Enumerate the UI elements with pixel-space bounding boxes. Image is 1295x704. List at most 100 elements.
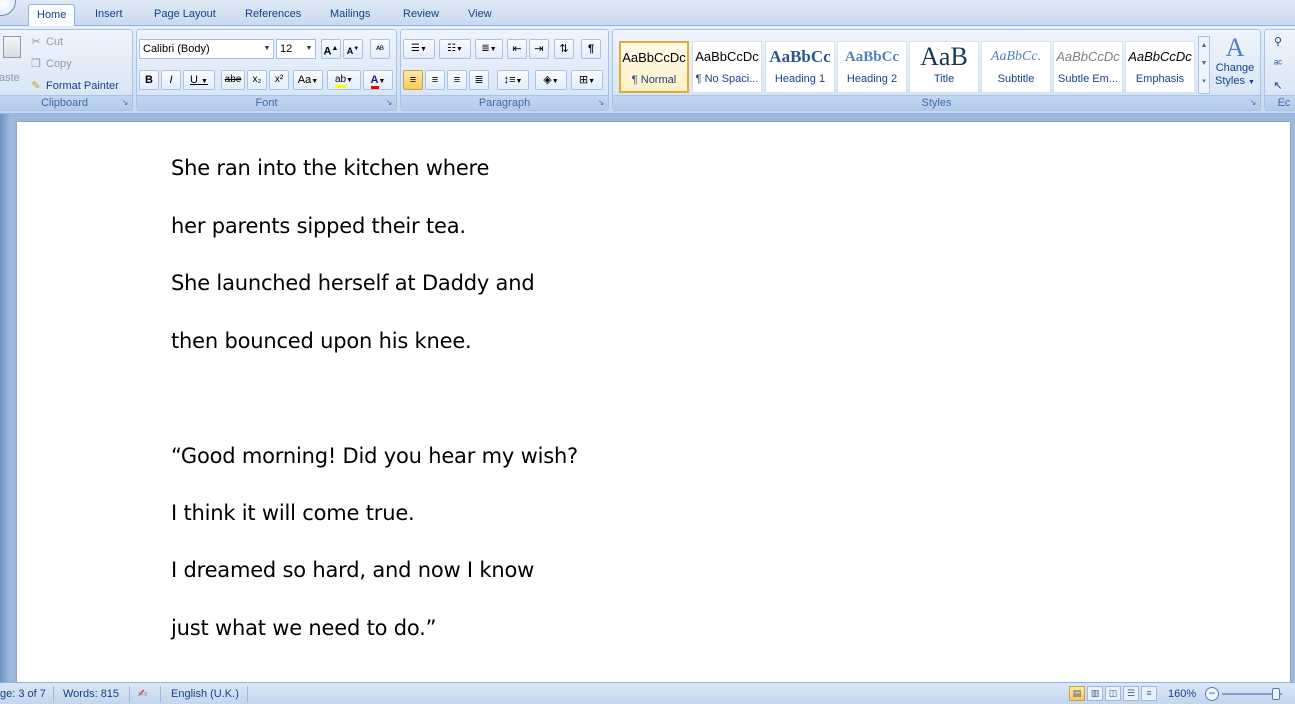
font-size-combo[interactable]: 12 ▼: [276, 39, 316, 59]
clipboard-group: aste ✂ Cut ❐ Copy ✎ Format Painter Clipboar…: [0, 29, 133, 111]
change-styles-button[interactable]: A Change Styles ▼: [1213, 34, 1257, 94]
word-count[interactable]: Words: 815: [63, 686, 119, 702]
bullets-button[interactable]: ☰▼: [403, 39, 435, 59]
zoom-level[interactable]: 160%: [1168, 686, 1196, 702]
paragraph-group: ☰▼ ☷▼ ≣▼ ⇤ ⇥ ⇅ ¶ ≡ ≡ ≡ ≣ ↕≡▼ ◈▼ ⊞▼ Parag…: [400, 29, 609, 111]
style-subtitle[interactable]: AaBbCc. Subtitle: [981, 41, 1051, 93]
font-color-icon: A: [370, 74, 379, 89]
page-count[interactable]: ge: 3 of 7: [0, 686, 46, 702]
status-bar: ge: 3 of 7 Words: 815 ✍ English (U.K.) ▤…: [0, 682, 1295, 704]
tab-home[interactable]: Home: [28, 4, 76, 27]
subscript-button[interactable]: x₂: [247, 70, 267, 90]
style-subtle-emphasis[interactable]: AaBbCcDc Subtle Em...: [1053, 41, 1123, 93]
tab-mailings[interactable]: Mailings: [322, 4, 378, 26]
print-layout-view-icon[interactable]: ▤: [1069, 686, 1085, 701]
paragraph-group-label: Paragraph: [401, 95, 608, 110]
tab-references[interactable]: References: [237, 4, 309, 26]
increase-indent-icon: ⇥: [534, 43, 544, 55]
style-heading-2[interactable]: AaBbCc Heading 2: [837, 41, 907, 93]
copy-button[interactable]: ❐ Copy: [29, 54, 72, 74]
document-line[interactable]: I think it will come true.: [171, 501, 415, 525]
style-title[interactable]: AaB Title: [909, 41, 979, 93]
font-group: Calibri (Body) ▼ 12 ▼ A▲ A▼ ᴬᴮ B I U ▼ a…: [136, 29, 397, 111]
style-emphasis[interactable]: AaBbCcDc Emphasis: [1125, 41, 1195, 93]
document-line[interactable]: “Good morning! Did you hear my wish?: [171, 444, 578, 468]
bold-button[interactable]: B: [139, 70, 159, 90]
outline-view-icon[interactable]: ☰: [1123, 686, 1139, 701]
tab-page-layout[interactable]: Page Layout: [146, 4, 224, 26]
show-hide-button[interactable]: ¶: [581, 39, 601, 59]
format-painter-button[interactable]: ✎ Format Painter: [29, 76, 118, 96]
underline-button[interactable]: U ▼: [183, 70, 215, 90]
strikethrough-button[interactable]: abe: [221, 70, 245, 90]
styles-scroll[interactable]: ▲ ▼ ▾: [1198, 36, 1210, 94]
find-button[interactable]: ⚲: [1271, 32, 1288, 52]
proofing-icon[interactable]: ✍: [138, 686, 147, 702]
cursor-icon: ↖: [1273, 80, 1283, 92]
font-color-button[interactable]: A▼: [363, 70, 393, 90]
status-divider: [160, 686, 161, 702]
justify-button[interactable]: ≣: [469, 70, 489, 90]
align-left-button[interactable]: ≡: [403, 70, 423, 90]
borders-button[interactable]: ⊞▼: [571, 70, 603, 90]
font-dialog-launcher[interactable]: ↘: [384, 98, 394, 108]
chevron-up-icon[interactable]: ▲: [1199, 37, 1209, 55]
shading-button[interactable]: ◈▼: [535, 70, 567, 90]
decrease-indent-button[interactable]: ⇤: [507, 39, 527, 59]
web-layout-icon[interactable]: ◫: [1105, 686, 1121, 701]
document-line[interactable]: She launched herself at Daddy and: [171, 271, 535, 295]
office-button[interactable]: [0, 0, 16, 16]
change-styles-icon: A: [1225, 33, 1245, 62]
style-heading-1[interactable]: AaBbCc Heading 1: [765, 41, 835, 93]
select-button[interactable]: ↖: [1271, 76, 1288, 96]
change-case-button[interactable]: Aa▼: [293, 70, 323, 90]
document-line[interactable]: She ran into the kitchen where: [171, 156, 489, 180]
grow-font-button[interactable]: A▲: [321, 39, 341, 59]
multilevel-list-button[interactable]: ≣▼: [475, 39, 503, 59]
highlighter-icon: ab: [334, 74, 347, 88]
clipboard-dialog-launcher[interactable]: ↘: [120, 98, 130, 108]
highlight-button[interactable]: ab▼: [327, 70, 361, 90]
tab-view[interactable]: View: [460, 4, 500, 26]
font-name-combo[interactable]: Calibri (Body) ▼: [139, 39, 274, 59]
style-normal[interactable]: AaBbCcDc ¶ Normal: [619, 41, 689, 93]
styles-dialog-launcher[interactable]: ↘: [1248, 98, 1258, 108]
sort-button[interactable]: ⇅: [554, 39, 574, 59]
paste-button[interactable]: aste: [0, 32, 23, 94]
align-center-icon: ≡: [431, 74, 439, 86]
language-indicator[interactable]: English (U.K.): [171, 686, 239, 702]
more-styles-icon[interactable]: ▾: [1199, 73, 1209, 91]
paragraph-dialog-launcher[interactable]: ↘: [596, 98, 606, 108]
superscript-button[interactable]: x²: [269, 70, 289, 90]
binoculars-icon: ⚲: [1273, 36, 1283, 48]
replace-button[interactable]: ᵃᶜ: [1271, 54, 1288, 74]
tab-insert[interactable]: Insert: [87, 4, 131, 26]
italic-button[interactable]: I: [161, 70, 181, 90]
numbering-button[interactable]: ☷▼: [439, 39, 471, 59]
increase-indent-button[interactable]: ⇥: [529, 39, 549, 59]
line-spacing-button[interactable]: ↕≡▼: [497, 70, 529, 90]
align-right-button[interactable]: ≡: [447, 70, 467, 90]
clipboard-group-label: Clipboard: [0, 95, 132, 110]
document-line[interactable]: I dreamed so hard, and now I know: [171, 558, 534, 582]
line-spacing-icon: ↕≡: [503, 74, 516, 86]
paste-icon: [3, 36, 21, 58]
align-center-button[interactable]: ≡: [425, 70, 445, 90]
document-line[interactable]: her parents sipped their tea.: [171, 214, 466, 238]
cut-button[interactable]: ✂ Cut: [29, 32, 63, 52]
document-line[interactable]: just what we need to do.”: [171, 616, 437, 640]
borders-icon: ⊞: [578, 74, 589, 86]
shrink-font-button[interactable]: A▼: [343, 39, 363, 59]
clear-formatting-button[interactable]: ᴬᴮ: [370, 39, 390, 59]
draft-view-icon[interactable]: ≡: [1141, 686, 1157, 701]
tab-review[interactable]: Review: [395, 4, 447, 26]
align-left-icon: ≡: [409, 74, 417, 86]
document-line[interactable]: then bounced upon his knee.: [171, 329, 472, 353]
zoom-slider-thumb[interactable]: [1272, 688, 1280, 700]
document-page[interactable]: She ran into the kitchen where her paren…: [17, 122, 1290, 692]
style-no-spacing[interactable]: AaBbCcDc ¶ No Spaci...: [692, 41, 762, 93]
chevron-down-icon: ▼: [305, 45, 313, 52]
full-screen-reading-icon[interactable]: ▥: [1087, 686, 1103, 701]
zoom-out-icon[interactable]: −: [1205, 687, 1219, 701]
chevron-down-icon[interactable]: ▼: [1199, 55, 1209, 73]
